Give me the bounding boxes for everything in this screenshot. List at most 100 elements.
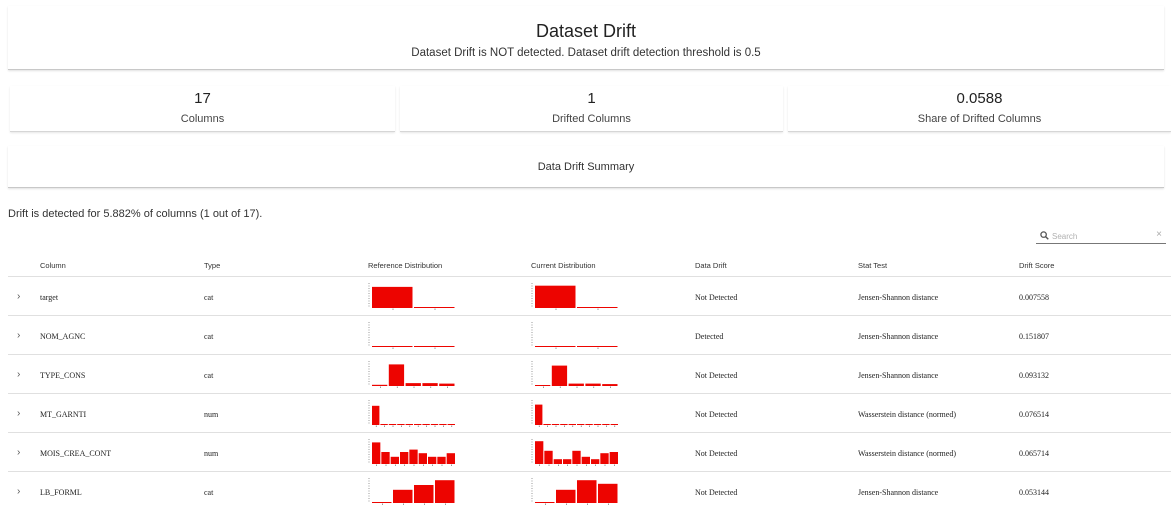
cell-drift-score: 0.151807 [1019,332,1049,341]
reference-distribution-chart [368,361,455,388]
drift-table: Column Type Reference Distribution Curre… [8,252,1171,510]
cell-type: cat [204,488,214,497]
cell-type: num [204,449,219,458]
expand-chevron-icon[interactable]: › [17,447,20,458]
reference-distribution-chart [368,478,455,505]
reference-distribution-bar [414,346,455,347]
reference-distribution-bar [381,452,390,464]
expand-chevron-icon[interactable]: › [17,330,20,341]
expand-chevron-icon[interactable]: › [17,369,20,380]
current-distribution-bar [563,459,572,464]
current-distribution-bar [535,502,555,503]
current-distribution-bar [551,424,560,425]
cell-type: cat [204,332,214,341]
counter-label: Share of Drifted Columns [917,113,1042,125]
counter-columns: 17 Columns [10,86,395,132]
header-drift-score[interactable]: Drift Score [1019,261,1054,270]
current-distribution-bar [572,450,581,464]
table-header: Column Type Reference Distribution Curre… [8,252,1171,277]
reference-distribution-bar [439,383,455,386]
table-body: › target cat Not Detected Jensen-Shannon dis… [8,277,1171,510]
reference-distribution-bar [388,364,405,386]
reference-distribution-bar [393,489,413,503]
counter-share-drifted: 0.0588 Share of Drifted Columns [788,86,1171,132]
counter-drifted-columns: 1 Drifted Columns [400,86,783,132]
reference-distribution-bar [372,405,380,425]
table-row[interactable]: › NOM_AGNC cat Detected Jensen-Shannon dista… [8,316,1171,355]
header-stat-test[interactable]: Stat Test [858,261,887,270]
table-row[interactable]: › TYPE_CONS cat Not Detected Jensen-Shannon … [8,355,1171,394]
current-distribution-chart [531,478,618,505]
cell-stat-test: Jensen-Shannon distance [858,332,939,341]
cell-column-name: LB_FORML [40,488,82,497]
current-distribution-bar [535,346,576,347]
cell-stat-test: Jensen-Shannon distance [858,371,939,380]
current-distribution-bar [544,450,553,464]
expand-chevron-icon[interactable]: › [17,486,20,497]
counter-value: 17 [194,90,211,107]
header-current-distribution[interactable]: Current Distribution [531,261,596,270]
table-row[interactable]: › MOIS_CREA_CONT num Not Detected Wasserstei… [8,433,1171,472]
current-distribution-bar [577,424,585,425]
cell-column-name: TYPE_CONS [40,371,86,380]
reference-distribution-bar [422,383,438,386]
reference-distribution-bar [414,307,455,308]
cell-data-drift: Not Detected [695,293,738,302]
cell-column-name: MOIS_CREA_CONT [40,449,112,458]
header-type[interactable]: Type [204,261,220,270]
reference-distribution-bar [405,424,413,425]
counters: 17 Columns 1 Drifted Columns 0.0588 Shar… [8,82,1171,134]
table-search[interactable]: × [1036,229,1166,244]
counter-label: Columns [180,113,225,125]
reference-distribution-bar [435,480,455,503]
current-distribution-bar [610,424,618,425]
current-distribution-bar [598,483,618,503]
table-row[interactable]: › MT_GARNTI num Not Detected Wasserstein dis… [8,394,1171,433]
reference-distribution-bar [437,456,446,464]
reference-distribution-bar [446,453,455,464]
current-distribution-bar [581,456,590,464]
current-distribution-chart [531,439,618,466]
counter-label: Drifted Columns [552,113,631,125]
reference-distribution-bar [380,424,388,425]
expand-chevron-icon[interactable]: › [17,408,20,419]
cell-type: cat [204,371,214,380]
cell-type: cat [204,293,214,302]
reference-distribution-bar [372,384,388,386]
current-distribution-bar [577,480,597,503]
current-distribution-bar [543,424,551,425]
current-distribution-bar [568,383,584,386]
current-distribution-bar [593,424,602,425]
current-distribution-bar [591,459,600,464]
reference-distribution-bar [430,424,439,425]
clear-search-icon[interactable]: × [1156,229,1162,240]
page-title: Dataset Drift [535,21,637,41]
cell-drift-score: 0.093132 [1019,371,1049,380]
cell-column-name: MT_GARNTI [40,410,87,419]
cell-data-drift: Not Detected [695,449,738,458]
reference-distribution-chart [368,322,455,349]
reference-distribution-bar [372,442,381,464]
header-data-drift[interactable]: Data Drift [695,261,727,270]
reference-distribution-bar [422,424,430,425]
reference-distribution-bar [418,453,427,464]
header-reference-distribution[interactable]: Reference Distribution [368,261,442,270]
current-distribution-bar [553,459,562,464]
reference-distribution-bar [447,424,455,425]
table-row[interactable]: › LB_FORML cat Not Detected Jensen-Shannon d… [8,472,1171,510]
search-input[interactable] [1052,230,1148,242]
current-distribution-bar [535,285,576,308]
reference-distribution-bar [372,346,413,347]
reference-distribution-bar [439,424,447,425]
current-distribution-bar [602,384,618,386]
reference-distribution-bar [397,424,405,425]
header-column[interactable]: Column [40,261,66,270]
cell-type: num [204,410,219,419]
cell-drift-score: 0.065714 [1019,449,1049,458]
current-distribution-bar [556,489,576,503]
cell-column-name: NOM_AGNC [40,332,86,341]
cell-drift-score: 0.007558 [1019,293,1049,302]
table-row[interactable]: › target cat Not Detected Jensen-Shannon dis… [8,277,1171,316]
reference-distribution-bar [390,456,399,464]
expand-chevron-icon[interactable]: › [17,291,20,302]
